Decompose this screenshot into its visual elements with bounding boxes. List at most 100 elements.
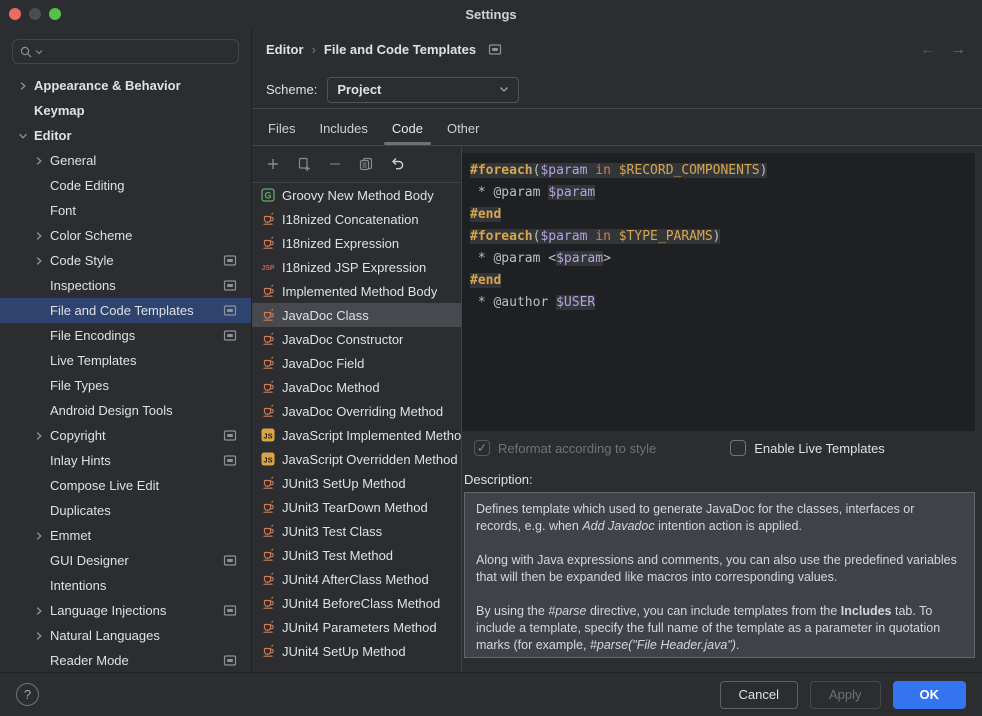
sidebar-item-code-editing[interactable]: Code Editing <box>0 173 251 198</box>
sidebar-item-android-design-tools[interactable]: Android Design Tools <box>0 398 251 423</box>
search-field[interactable] <box>12 39 239 64</box>
template-item-label: I18nized Expression <box>282 236 399 251</box>
cancel-button[interactable]: Cancel <box>720 681 798 709</box>
code-line: #foreach($param in $RECORD_COMPONENTS) <box>470 160 967 182</box>
sidebar-item-keymap[interactable]: Keymap <box>0 98 251 123</box>
reformat-label: Reformat according to style <box>498 441 656 456</box>
back-icon[interactable]: ← <box>920 42 936 58</box>
tab-files[interactable]: Files <box>258 113 305 145</box>
description-paragraph: Defines template which used to generate … <box>476 501 963 535</box>
sidebar-item-general[interactable]: General <box>0 148 251 173</box>
template-item[interactable]: JSJavaScript Implemented Method Body <box>252 423 461 447</box>
duplicate-icon <box>358 156 374 172</box>
template-item-label: I18nized Concatenation <box>282 212 419 227</box>
chevron-right-icon <box>34 631 44 641</box>
sidebar-item-language-injections[interactable]: Language Injections <box>0 598 251 623</box>
java-class-icon <box>260 619 276 635</box>
help-button[interactable]: ? <box>16 683 39 706</box>
tab-includes[interactable]: Includes <box>309 113 377 145</box>
template-item[interactable]: JavaDoc Constructor <box>252 327 461 351</box>
template-item-label: JUnit4 Parameters Method <box>282 620 437 635</box>
add-template-button[interactable] <box>261 152 285 176</box>
sidebar-item-file-encodings[interactable]: File Encodings <box>0 323 251 348</box>
template-item[interactable]: JavaDoc Class <box>252 303 461 327</box>
copy-template-button[interactable] <box>292 152 316 176</box>
template-item[interactable]: JUnit4 SetUp Method <box>252 639 461 663</box>
java-class-icon <box>260 283 276 299</box>
java-class-icon <box>260 547 276 563</box>
sidebar-item-file-types[interactable]: File Types <box>0 373 251 398</box>
chevron-right-icon <box>34 431 44 441</box>
javascript-file-icon: JS <box>260 451 276 467</box>
template-item-label: JavaDoc Method <box>282 380 380 395</box>
sidebar-item-reader-mode[interactable]: Reader Mode <box>0 648 251 672</box>
template-item[interactable]: JUnit4 BeforeClass Method <box>252 591 461 615</box>
sidebar-item-label: Intentions <box>0 578 106 593</box>
template-item[interactable]: JavaDoc Field <box>252 351 461 375</box>
sidebar-item-copyright[interactable]: Copyright <box>0 423 251 448</box>
scheme-label: Scheme: <box>266 82 317 97</box>
template-item[interactable]: JUnit3 TearDown Method <box>252 495 461 519</box>
template-item[interactable]: Implemented Method Body <box>252 279 461 303</box>
template-item[interactable]: JavaDoc Overriding Method <box>252 399 461 423</box>
breadcrumb-editor[interactable]: Editor <box>266 42 304 57</box>
tab-code[interactable]: Code <box>382 113 433 145</box>
sidebar-item-live-templates[interactable]: Live Templates <box>0 348 251 373</box>
scheme-row: Scheme: Project <box>252 71 982 108</box>
copy-plus-icon <box>296 156 312 172</box>
template-editor[interactable]: #foreach($param in $RECORD_COMPONENTS) *… <box>462 153 975 431</box>
search-input[interactable] <box>45 44 232 59</box>
sidebar-item-code-style[interactable]: Code Style <box>0 248 251 273</box>
scheme-select[interactable]: Project <box>327 77 519 103</box>
sidebar-item-intentions[interactable]: Intentions <box>0 573 251 598</box>
template-item[interactable]: I18nized Concatenation <box>252 207 461 231</box>
template-detail-pane: #foreach($param in $RECORD_COMPONENTS) *… <box>462 146 982 672</box>
template-item[interactable]: JS JavaScript Overridden Method Body <box>252 447 461 471</box>
apply-button[interactable]: Apply <box>810 681 881 709</box>
monitor-icon <box>223 654 237 667</box>
forward-icon[interactable]: → <box>950 42 966 58</box>
chevron-right-icon <box>34 606 44 616</box>
monitor-icon <box>488 43 502 56</box>
sidebar-item-compose-live-edit[interactable]: Compose Live Edit <box>0 473 251 498</box>
template-item[interactable]: JavaDoc Method <box>252 375 461 399</box>
live-templates-checkbox[interactable] <box>730 440 746 456</box>
sidebar-item-editor[interactable]: Editor <box>0 123 251 148</box>
reformat-checkbox[interactable]: ✓ <box>474 440 490 456</box>
sidebar-item-inlay-hints[interactable]: Inlay Hints <box>0 448 251 473</box>
sidebar-item-natural-languages[interactable]: Natural Languages <box>0 623 251 648</box>
template-item[interactable]: JSPI18nized JSP Expression <box>252 255 461 279</box>
template-item-label: JavaScript Overridden Method Body <box>282 452 461 467</box>
sidebar-item-inspections[interactable]: Inspections <box>0 273 251 298</box>
tab-other[interactable]: Other <box>437 113 490 145</box>
monitor-icon <box>223 554 237 567</box>
sidebar-item-emmet[interactable]: Emmet <box>0 523 251 548</box>
sidebar-item-label: Reader Mode <box>0 653 129 668</box>
template-item[interactable]: GGroovy New Method Body <box>252 183 461 207</box>
template-item[interactable]: JUnit3 SetUp Method <box>252 471 461 495</box>
sidebar-item-color-scheme[interactable]: Color Scheme <box>0 223 251 248</box>
ok-button[interactable]: OK <box>893 681 967 709</box>
jsp-file-icon: JSP <box>260 259 276 275</box>
template-item-label: JUnit3 SetUp Method <box>282 476 406 491</box>
template-item[interactable]: I18nized Expression <box>252 231 461 255</box>
duplicate-template-button[interactable] <box>354 152 378 176</box>
sidebar-item-font[interactable]: Font <box>0 198 251 223</box>
javascript-file-icon: JS <box>260 427 276 443</box>
sidebar-item-duplicates[interactable]: Duplicates <box>0 498 251 523</box>
sidebar-item-label: File Types <box>0 378 109 393</box>
reset-template-button[interactable] <box>385 152 409 176</box>
settings-tree: Appearance & BehaviorKeymapEditorGeneral… <box>0 73 251 672</box>
sidebar-item-appearance-behavior[interactable]: Appearance & Behavior <box>0 73 251 98</box>
template-item[interactable]: JUnit4 Parameters Method <box>252 615 461 639</box>
template-item[interactable]: JUnit3 Test Class <box>252 519 461 543</box>
sidebar-item-label: Duplicates <box>0 503 111 518</box>
sidebar-item-gui-designer[interactable]: GUI Designer <box>0 548 251 573</box>
sidebar-item-file-and-code-templates[interactable]: File and Code Templates <box>0 298 251 323</box>
reformat-option: ✓ Reformat according to style <box>474 440 656 456</box>
remove-template-button[interactable] <box>323 152 347 176</box>
monitor-icon <box>223 429 237 442</box>
template-item[interactable]: JUnit3 Test Method <box>252 543 461 567</box>
template-item[interactable]: JUnit4 AfterClass Method <box>252 567 461 591</box>
code-line: * @author $USER <box>470 292 967 314</box>
